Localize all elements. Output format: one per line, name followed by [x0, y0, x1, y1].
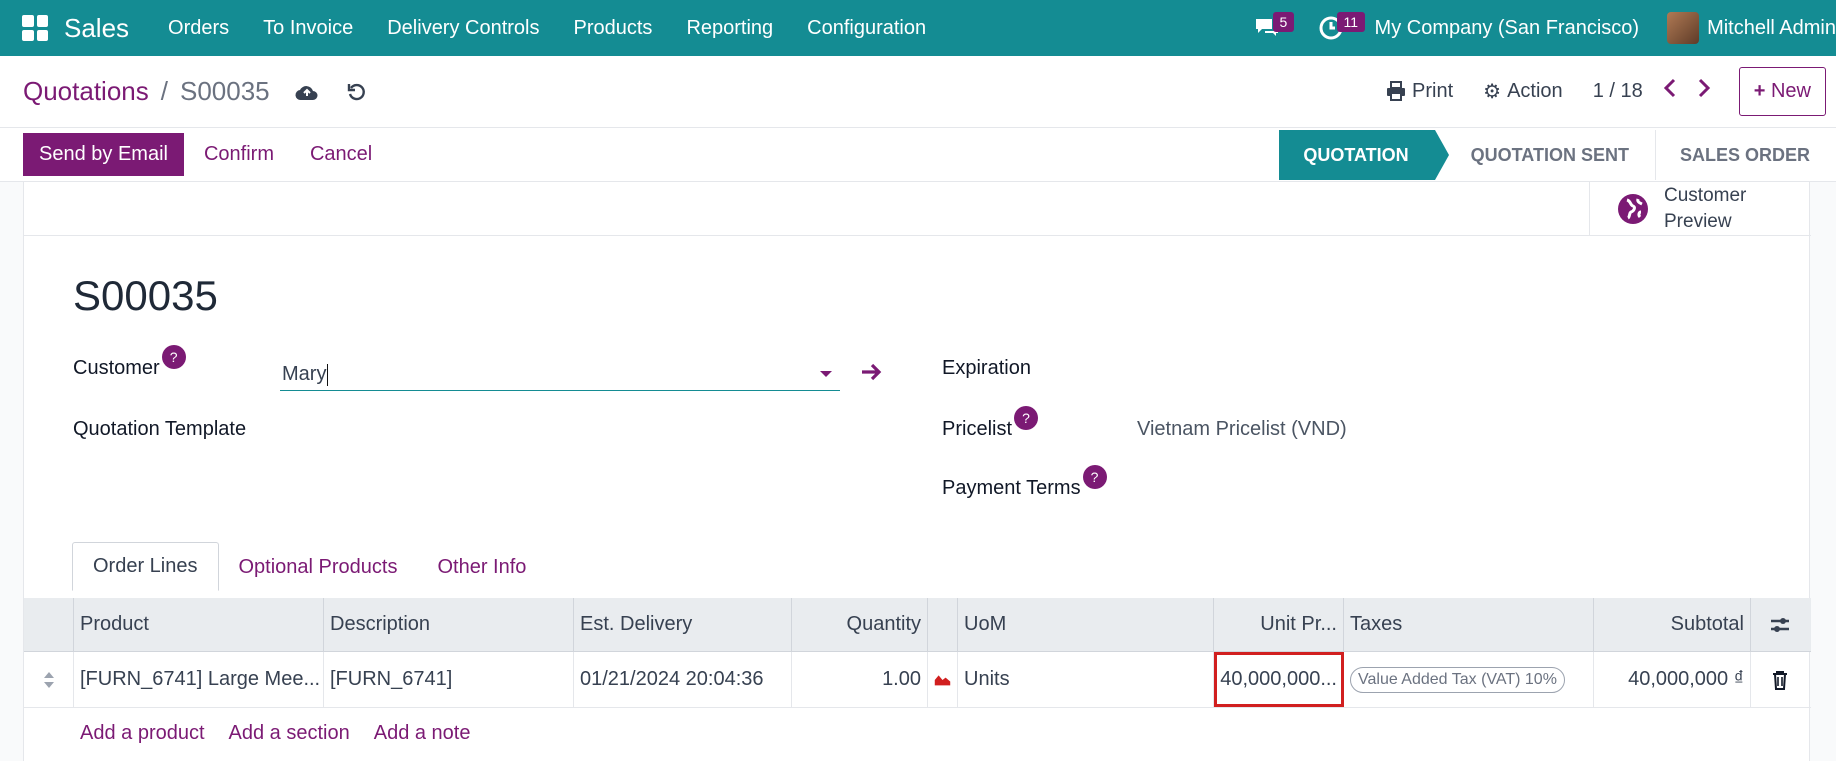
forecast-chart-icon[interactable] — [928, 652, 958, 707]
customer-field[interactable]: Mary — [280, 357, 840, 391]
pager-value[interactable]: 1 / 18 — [1593, 80, 1643, 103]
form-sheet: Customer Preview S00035 Customer? Mary Q… — [23, 182, 1811, 761]
globe-icon — [1618, 194, 1648, 224]
discard-icon[interactable] — [344, 79, 370, 105]
quotation-template-label: Quotation Template — [73, 418, 247, 440]
tab-optional-products[interactable]: Optional Products — [219, 544, 418, 591]
table-row[interactable]: [FURN_6741] Large Mee... [FURN_6741] 01/… — [24, 652, 1811, 708]
menu-configuration[interactable]: Configuration — [807, 17, 926, 40]
send-by-email-button[interactable]: Send by Email — [23, 133, 184, 176]
cell-quantity[interactable]: 1.00 — [792, 652, 928, 707]
table-header: Product Description Est. Delivery Quanti… — [24, 598, 1811, 652]
optional-columns-icon[interactable] — [1751, 598, 1809, 651]
col-subtotal[interactable]: Subtotal — [1594, 598, 1751, 651]
save-cloud-icon[interactable] — [294, 79, 320, 105]
col-quantity[interactable]: Quantity — [792, 598, 928, 651]
print-button[interactable]: Print — [1386, 80, 1453, 103]
help-icon[interactable]: ? — [161, 345, 186, 369]
app-menu-icon[interactable] — [22, 15, 48, 41]
top-navbar: Sales Orders To Invoice Delivery Control… — [0, 0, 1836, 56]
menu-delivery-controls[interactable]: Delivery Controls — [387, 17, 539, 40]
breadcrumb-separator: / — [160, 76, 168, 106]
avatar[interactable] — [1667, 12, 1700, 44]
cell-subtotal: 40,000,000 ₫ — [1594, 652, 1751, 707]
add-product-link[interactable]: Add a product — [80, 722, 205, 745]
cell-unit-price[interactable]: 40,000,000... — [1214, 652, 1344, 707]
pricelist-value[interactable]: Vietnam Pricelist (VND) — [1137, 418, 1347, 441]
user-menu[interactable]: Mitchell Admin — [1707, 17, 1836, 40]
internal-link-arrow-icon[interactable] — [860, 358, 884, 388]
preview-label-line2: Preview — [1664, 211, 1732, 232]
pricelist-label: Pricelist? — [942, 406, 1039, 442]
app-name[interactable]: Sales — [64, 13, 129, 44]
printer-icon — [1387, 81, 1406, 101]
record-title: S00035 — [73, 272, 218, 319]
menu-reporting[interactable]: Reporting — [686, 17, 773, 40]
cancel-button[interactable]: Cancel — [310, 133, 372, 176]
order-lines-table: Product Description Est. Delivery Quanti… — [24, 598, 1811, 758]
add-line-row: Add a product Add a section Add a note — [24, 708, 1811, 758]
breadcrumb-current: S00035 — [179, 76, 270, 106]
add-section-link[interactable]: Add a section — [229, 722, 350, 745]
cell-description[interactable]: [FURN_6741] — [324, 652, 574, 707]
col-product[interactable]: Product — [74, 598, 324, 651]
menu-to-invoice[interactable]: To Invoice — [263, 17, 353, 40]
cell-taxes[interactable]: Value Added Tax (VAT) 10% — [1344, 652, 1594, 707]
col-taxes[interactable]: Taxes — [1344, 598, 1594, 651]
drag-handle-icon[interactable] — [24, 652, 74, 707]
cell-delivery[interactable]: 01/21/2024 20:04:36 — [574, 652, 792, 707]
new-label: New — [1770, 79, 1811, 102]
col-unit-price[interactable]: Unit Pr... — [1214, 598, 1344, 651]
cell-uom[interactable]: Units — [958, 652, 1214, 707]
action-button[interactable]: ⚙ Action — [1483, 79, 1563, 104]
preview-label-line1: Customer — [1664, 185, 1747, 206]
add-note-link[interactable]: Add a note — [374, 722, 471, 745]
activities-badge: 11 — [1336, 12, 1366, 32]
stage-quotation[interactable]: QUOTATION — [1279, 130, 1449, 180]
confirm-button[interactable]: Confirm — [204, 133, 274, 176]
tax-tag[interactable]: Value Added Tax (VAT) 10% — [1350, 666, 1565, 693]
pager-next-icon[interactable] — [1697, 78, 1711, 104]
messages-badge: 5 — [1272, 12, 1295, 32]
stage-quotation-sent[interactable]: QUOTATION SENT — [1435, 130, 1655, 180]
company-switcher[interactable]: My Company (San Francisco) — [1375, 17, 1640, 40]
menu-products[interactable]: Products — [574, 17, 653, 40]
dropdown-caret-icon[interactable] — [820, 371, 832, 377]
customer-value: Mary — [282, 363, 327, 385]
col-est-delivery[interactable]: Est. Delivery — [574, 598, 792, 651]
breadcrumb-quotations[interactable]: Quotations — [23, 76, 149, 107]
new-button[interactable]: + New — [1738, 66, 1826, 116]
stage-sales-order[interactable]: SALES ORDER — [1654, 130, 1836, 180]
tab-other-info[interactable]: Other Info — [417, 544, 546, 591]
payment-terms-label: Payment Terms? — [942, 465, 1107, 501]
action-label: Action — [1507, 79, 1563, 102]
plus-icon: + — [1753, 79, 1766, 102]
customer-label: Customer? — [73, 345, 186, 381]
stage-pipeline: QUOTATION QUOTATION SENT SALES ORDER — [1279, 130, 1836, 180]
button-box: Customer Preview — [24, 182, 1811, 236]
control-panel: Quotations / S00035 Print ⚙ Action 1 / 1… — [0, 56, 1836, 128]
cell-product[interactable]: [FURN_6741] Large Mee... — [74, 652, 324, 707]
status-bar: Send by Email Confirm Cancel QUOTATION Q… — [0, 128, 1836, 182]
help-icon[interactable]: ? — [1014, 406, 1039, 430]
delete-trash-icon[interactable] — [1751, 652, 1809, 707]
menu-orders[interactable]: Orders — [168, 17, 229, 40]
col-uom[interactable]: UoM — [958, 598, 1214, 651]
notebook-tabs: Order Lines Optional Products Other Info — [72, 542, 546, 591]
breadcrumb: Quotations / S00035 — [23, 76, 270, 107]
tab-order-lines[interactable]: Order Lines — [72, 542, 219, 591]
gear-icon: ⚙ — [1483, 80, 1502, 103]
activities-button[interactable]: 11 — [1311, 8, 1366, 48]
col-description[interactable]: Description — [324, 598, 574, 651]
pager-previous-icon[interactable] — [1663, 78, 1677, 104]
customer-preview-button[interactable]: Customer Preview — [1589, 182, 1811, 236]
print-label: Print — [1412, 79, 1454, 102]
expiration-label: Expiration — [942, 357, 1031, 379]
messages-button[interactable]: 5 — [1247, 8, 1295, 48]
help-icon[interactable]: ? — [1082, 465, 1107, 489]
